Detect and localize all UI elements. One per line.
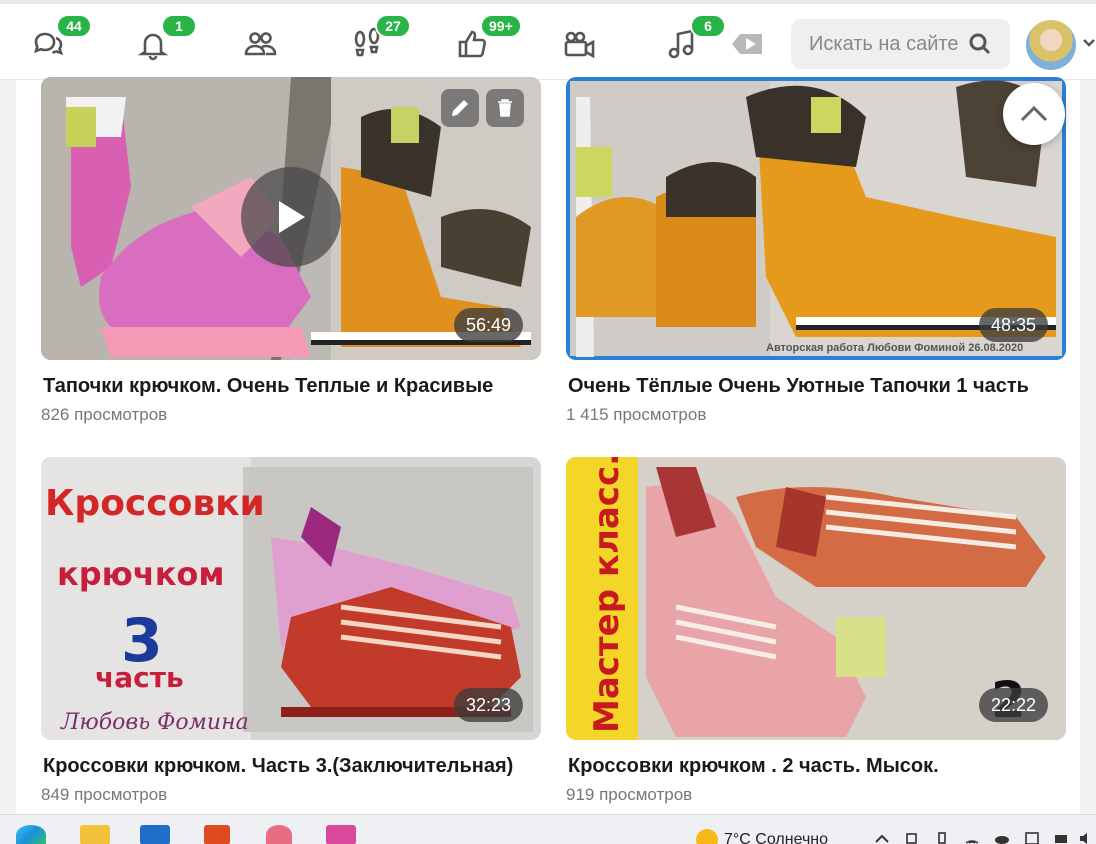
search-icon[interactable] (968, 32, 992, 56)
chevron-down-icon[interactable] (1082, 34, 1096, 52)
video-views: 849 просмотров (41, 785, 168, 804)
video-views: 919 просмотров (566, 785, 693, 804)
thumbnail-signature: Любовь Фомина (60, 710, 249, 735)
video-duration: 48:35 (978, 308, 1048, 342)
thumbnail-caption: Авторская работа Любови Фоминой 26.08.20… (766, 342, 1023, 354)
delete-button[interactable] (486, 89, 524, 127)
play-icon (279, 201, 305, 233)
top-navigation-bar: 44 1 27 99+ 6 (0, 0, 1096, 80)
music-badge: 6 (690, 14, 726, 38)
thumbnail-line4: часть (95, 661, 184, 694)
events-badge: 99+ (480, 14, 522, 38)
trash-icon (498, 99, 512, 117)
nav-guests[interactable]: 27 (345, 14, 411, 66)
nav-live-video[interactable] (726, 22, 770, 66)
video-duration: 32:23 (453, 688, 523, 722)
video-camera-icon (564, 31, 595, 59)
nav-friends[interactable] (238, 22, 282, 66)
avatar[interactable] (1026, 20, 1076, 70)
video-thumbnail[interactable]: Кроссовки крючком 3 часть Любовь Фомина … (41, 457, 541, 740)
search-box[interactable] (791, 19, 1010, 69)
video-title[interactable]: Кроссовки крючком . 2 часть. Мысок. (568, 755, 1058, 778)
office-icon[interactable] (204, 825, 230, 844)
video-title[interactable]: Кроссовки крючком. Часть 3.(Заключительн… (43, 755, 533, 778)
video-views: 1 415 просмотров (566, 405, 707, 424)
windows-taskbar: 7°C Солнечно (0, 814, 1096, 844)
nav-messages[interactable]: 44 (26, 14, 92, 66)
messages-badge: 44 (56, 14, 92, 38)
video-thumbnail[interactable]: 56:49 (41, 77, 541, 360)
file-explorer-icon[interactable] (80, 825, 110, 844)
video-duration: 56:49 (453, 308, 523, 342)
language-icon[interactable] (1024, 831, 1040, 844)
thumbnail-line2: крючком (57, 555, 225, 593)
wifi-icon[interactable] (964, 831, 980, 844)
usb-icon[interactable] (934, 831, 950, 844)
video-views: 826 просмотров (41, 405, 168, 424)
nav-video[interactable] (557, 22, 601, 66)
video-title[interactable]: Очень Тёплые Очень Уютные Тапочки 1 част… (568, 375, 1058, 398)
video-duration: 22:22 (978, 688, 1048, 722)
mail-icon[interactable] (140, 825, 170, 844)
nav-events[interactable]: 99+ (450, 14, 522, 66)
scroll-to-top-button[interactable] (1003, 83, 1065, 145)
play-video-icon (732, 34, 762, 54)
guests-badge: 27 (375, 14, 411, 38)
thumbnail-line1: Кроссовки (45, 483, 265, 524)
network-icon[interactable] (904, 831, 920, 844)
paint-icon[interactable] (266, 825, 292, 844)
video-title[interactable]: Тапочки крючком. Очень Теплые и Красивые (43, 375, 533, 398)
edit-button[interactable] (441, 89, 479, 127)
volume-icon[interactable] (1078, 831, 1094, 844)
notifications-badge: 1 (161, 14, 197, 38)
weather-text: 7°C Солнечно (724, 831, 829, 844)
nav-notifications[interactable]: 1 (131, 14, 197, 66)
battery-icon[interactable] (1054, 831, 1070, 844)
video-grid: 56:49 Тапочки крючком. Очень Теплые и Кр… (16, 77, 1080, 814)
play-button[interactable] (241, 167, 341, 267)
video-thumbnail[interactable]: Мастер класс. 2 22:22 (566, 457, 1066, 740)
chevron-up-tray-icon[interactable] (874, 831, 890, 844)
nav-music[interactable]: 6 (660, 14, 726, 66)
pencil-icon (452, 100, 468, 116)
search-input[interactable] (809, 32, 959, 56)
thumbnail-vertical-text: Мастер класс. (587, 457, 627, 733)
friends-icon (244, 32, 277, 56)
sun-icon (696, 829, 718, 844)
store-icon[interactable] (326, 825, 356, 844)
cloud-icon[interactable] (994, 831, 1010, 844)
edge-browser-icon[interactable] (16, 825, 46, 844)
weather-widget[interactable]: 7°C Солнечно (696, 829, 828, 844)
chevron-up-icon (1020, 105, 1048, 122)
video-thumbnail[interactable]: Авторская работа Любови Фоминой 26.08.20… (566, 77, 1066, 360)
